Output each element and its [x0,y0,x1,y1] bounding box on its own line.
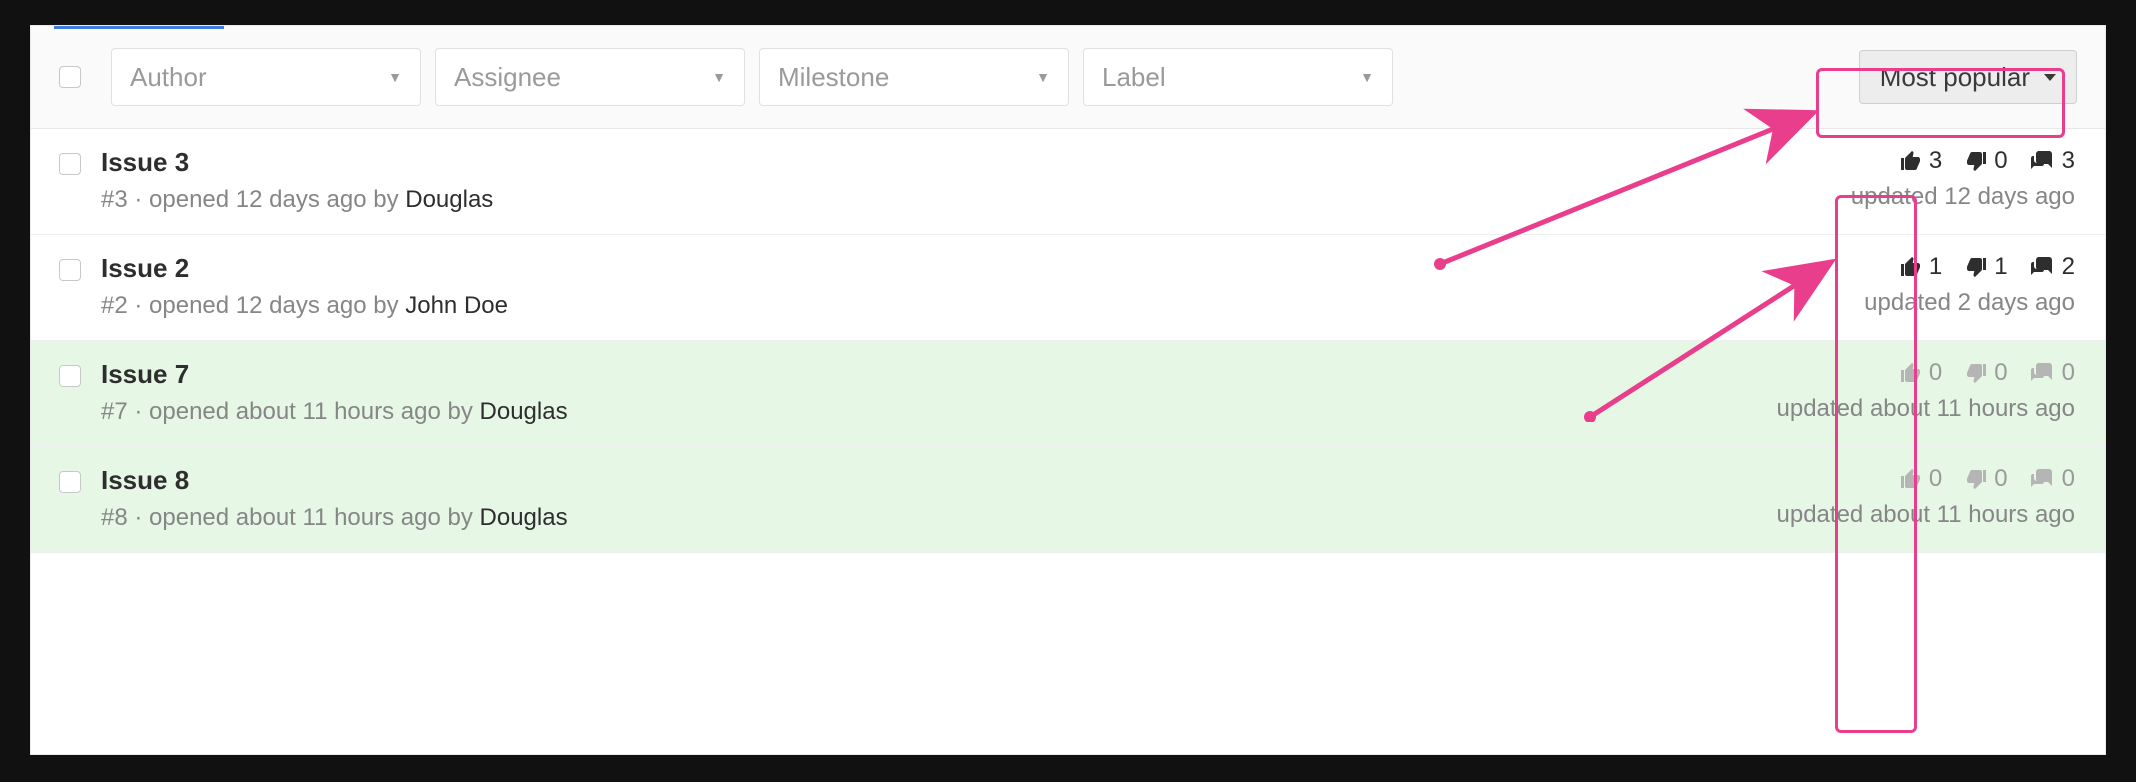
issue-author[interactable]: Douglas [405,186,493,213]
issue-row[interactable]: Issue 8 #8 · opened about 11 hours ago b… [31,447,2105,553]
upvote-count: 3 [1929,147,1942,175]
issue-meta: #3 · opened 12 days ago by Douglas [101,186,1851,214]
issue-meta-prefix: #3 · opened 12 days ago by [101,186,405,213]
chevron-down-icon: ▼ [1360,69,1374,85]
issue-title[interactable]: Issue 3 [101,147,1851,178]
comments-count: 0 [2062,359,2075,387]
chevron-down-icon: ▼ [388,69,402,85]
chevron-down-icon: ▼ [712,69,726,85]
upvote-count: 1 [1929,253,1942,281]
issue-row[interactable]: Issue 7 #7 · opened about 11 hours ago b… [31,341,2105,447]
comments-count: 0 [2062,465,2075,493]
issue-meta: #8 · opened about 11 hours ago by Dougla… [101,504,1777,532]
comments-icon [2030,361,2056,385]
author-filter-label: Author [130,62,207,93]
issue-updated: updated about 11 hours ago [1777,501,2075,529]
issue-meta: #2 · opened 12 days ago by John Doe [101,292,1864,320]
thumbs-down-icon [1964,149,1988,173]
issue-title[interactable]: Issue 8 [101,465,1777,496]
issue-updated: updated 2 days ago [1864,289,2075,317]
downvote-count: 0 [1994,359,2007,387]
downvote-stat[interactable]: 1 [1964,253,2007,281]
downvote-stat[interactable]: 0 [1964,359,2007,387]
issue-updated: updated about 11 hours ago [1777,395,2075,423]
comments-icon [2030,467,2056,491]
issue-checkbox[interactable] [59,471,81,493]
downvote-stat[interactable]: 0 [1964,465,2007,493]
issue-title[interactable]: Issue 2 [101,253,1864,284]
issues-panel: Author ▼ Assignee ▼ Milestone ▼ Label ▼ … [30,25,2106,755]
label-filter-dropdown[interactable]: Label ▼ [1083,48,1393,106]
issue-row[interactable]: Issue 2 #2 · opened 12 days ago by John … [31,235,2105,341]
issue-row[interactable]: Issue 3 #3 · opened 12 days ago by Dougl… [31,129,2105,235]
label-filter-label: Label [1102,62,1166,93]
issue-checkbox[interactable] [59,365,81,387]
upvote-stat[interactable]: 0 [1899,465,1942,493]
issue-checkbox[interactable] [59,153,81,175]
issue-author[interactable]: Douglas [480,504,568,531]
upvote-stat[interactable]: 0 [1899,359,1942,387]
issue-checkbox[interactable] [59,259,81,281]
issue-meta-prefix: #8 · opened about 11 hours ago by [101,504,480,531]
milestone-filter-dropdown[interactable]: Milestone ▼ [759,48,1069,106]
issue-updated: updated 12 days ago [1851,183,2075,211]
issue-author[interactable]: John Doe [405,292,508,319]
assignee-filter-label: Assignee [454,62,561,93]
sort-label: Most popular [1880,62,2030,93]
sort-dropdown[interactable]: Most popular [1859,50,2077,104]
assignee-filter-dropdown[interactable]: Assignee ▼ [435,48,745,106]
thumbs-up-icon [1899,361,1923,385]
issue-meta-prefix: #7 · opened about 11 hours ago by [101,398,480,425]
upvote-count: 0 [1929,359,1942,387]
issues-list: Issue 3 #3 · opened 12 days ago by Dougl… [31,129,2105,553]
comments-count: 2 [2062,253,2075,281]
milestone-filter-label: Milestone [778,62,889,93]
thumbs-up-icon [1899,255,1923,279]
upvote-count: 0 [1929,465,1942,493]
issue-author[interactable]: Douglas [480,398,568,425]
thumbs-down-icon [1964,361,1988,385]
upvote-stat[interactable]: 3 [1899,147,1942,175]
select-all-checkbox[interactable] [59,66,81,88]
comments-stat[interactable]: 3 [2030,147,2075,175]
issue-meta: #7 · opened about 11 hours ago by Dougla… [101,398,1777,426]
upvote-stat[interactable]: 1 [1899,253,1942,281]
issue-stats: 1 1 2 [1899,253,2075,281]
issue-stats: 0 0 0 [1899,465,2075,493]
downvote-stat[interactable]: 0 [1964,147,2007,175]
thumbs-up-icon [1899,467,1923,491]
comments-icon [2030,149,2056,173]
comments-count: 3 [2062,147,2075,175]
chevron-down-icon: ▼ [1036,69,1050,85]
thumbs-down-icon [1964,467,1988,491]
downvote-count: 0 [1994,465,2007,493]
downvote-count: 1 [1994,253,2007,281]
active-tab-indicator [54,25,224,29]
filter-bar: Author ▼ Assignee ▼ Milestone ▼ Label ▼ … [31,26,2105,129]
issue-stats: 0 0 0 [1899,359,2075,387]
downvote-count: 0 [1994,147,2007,175]
thumbs-up-icon [1899,149,1923,173]
comments-stat[interactable]: 2 [2030,253,2075,281]
thumbs-down-icon [1964,255,1988,279]
comments-stat[interactable]: 0 [2030,359,2075,387]
comments-stat[interactable]: 0 [2030,465,2075,493]
caret-down-icon [2044,74,2056,81]
issue-stats: 3 0 3 [1899,147,2075,175]
issue-meta-prefix: #2 · opened 12 days ago by [101,292,405,319]
issue-title[interactable]: Issue 7 [101,359,1777,390]
author-filter-dropdown[interactable]: Author ▼ [111,48,421,106]
comments-icon [2030,255,2056,279]
